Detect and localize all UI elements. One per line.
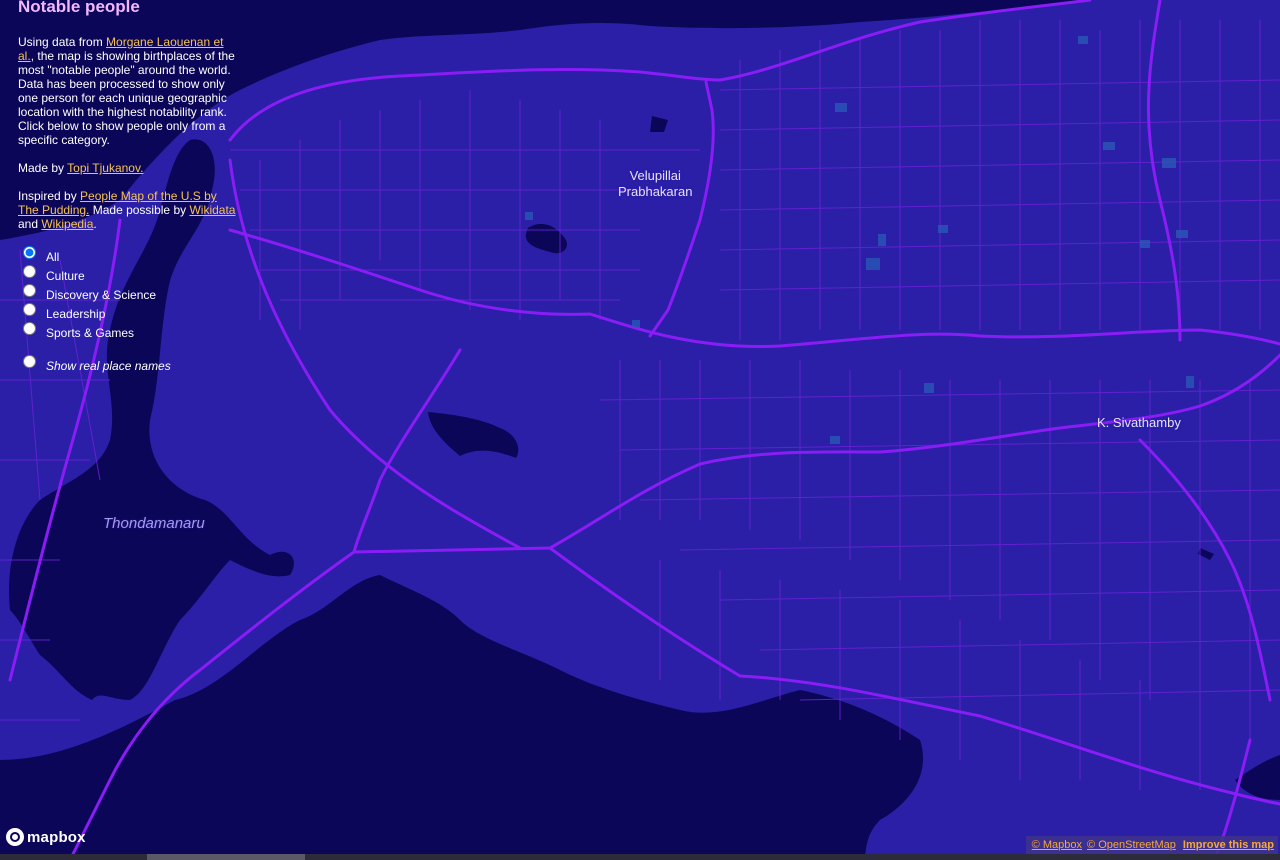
place-label-velupillai-line2: Prabhakaran [618, 184, 693, 199]
category-radio-all[interactable] [23, 246, 36, 259]
author-link[interactable]: Topi Tjukanov. [67, 161, 143, 175]
category-filter: All Culture Discovery & Science Leadersh… [18, 245, 240, 373]
category-label-sports: Sports & Games [46, 325, 135, 340]
improve-map-link[interactable]: Improve this map [1183, 839, 1274, 851]
category-option-leadership[interactable]: Leadership [18, 302, 240, 321]
place-label-velupillai[interactable]: Velupillai Prabhakaran [618, 168, 692, 200]
horizontal-scrollbar[interactable] [0, 854, 1280, 860]
inspired-and: and [18, 217, 42, 231]
category-label-all: All [46, 249, 60, 264]
inspired-mid: Made possible by [89, 203, 190, 217]
intro-suffix: , the map is showing birthplaces of the … [18, 49, 235, 147]
place-label-velupillai-line1: Velupillai [629, 168, 681, 183]
inspired-text: Inspired by People Map of the U.S by The… [18, 189, 240, 231]
category-radio-discovery[interactable] [23, 284, 36, 297]
mapbox-attribution-link[interactable]: © Mapbox [1032, 839, 1082, 851]
category-option-sports[interactable]: Sports & Games [18, 321, 240, 340]
wikipedia-link[interactable]: Wikipedia [41, 217, 93, 231]
intro-text: Using data from Morgane Laouenan et al.,… [18, 35, 240, 147]
wikidata-link[interactable]: Wikidata [189, 203, 235, 217]
info-panel: Notable people Using data from Morgane L… [18, 0, 240, 373]
real-names-radio[interactable] [23, 355, 36, 368]
category-radio-sports[interactable] [23, 322, 36, 335]
category-option-discovery[interactable]: Discovery & Science [18, 283, 240, 302]
place-label-thondamanaru: Thondamanaru [103, 515, 205, 532]
attribution-bar: © Mapbox © OpenStreetMap Improve this ma… [1025, 836, 1278, 854]
place-label-sivathamby[interactable]: K. Sivathamby [1097, 415, 1181, 431]
category-radio-culture[interactable] [23, 265, 36, 278]
category-radio-leadership[interactable] [23, 303, 36, 316]
real-names-toggle[interactable]: Show real place names [18, 354, 240, 373]
panel-title: Notable people [18, 0, 140, 16]
real-names-label: Show real place names [46, 358, 171, 373]
inspired-prefix: Inspired by [18, 189, 81, 203]
mapbox-logo-icon [6, 828, 24, 846]
category-label-culture: Culture [46, 268, 85, 283]
category-label-discovery: Discovery & Science [46, 287, 157, 302]
made-prefix: Made by [18, 161, 68, 175]
category-label-leadership: Leadership [46, 306, 106, 321]
category-option-all[interactable]: All [18, 245, 240, 264]
made-by-text: Made by Topi Tjukanov. [18, 161, 240, 175]
mapbox-logo-text: mapbox [27, 828, 86, 846]
inspired-end: . [93, 217, 97, 231]
mapbox-logo[interactable]: mapbox [6, 828, 86, 846]
osm-attribution-link[interactable]: © OpenStreetMap [1087, 839, 1176, 851]
intro-prefix: Using data from [18, 35, 107, 49]
scrollbar-thumb[interactable] [147, 854, 305, 860]
category-option-culture[interactable]: Culture [18, 264, 240, 283]
